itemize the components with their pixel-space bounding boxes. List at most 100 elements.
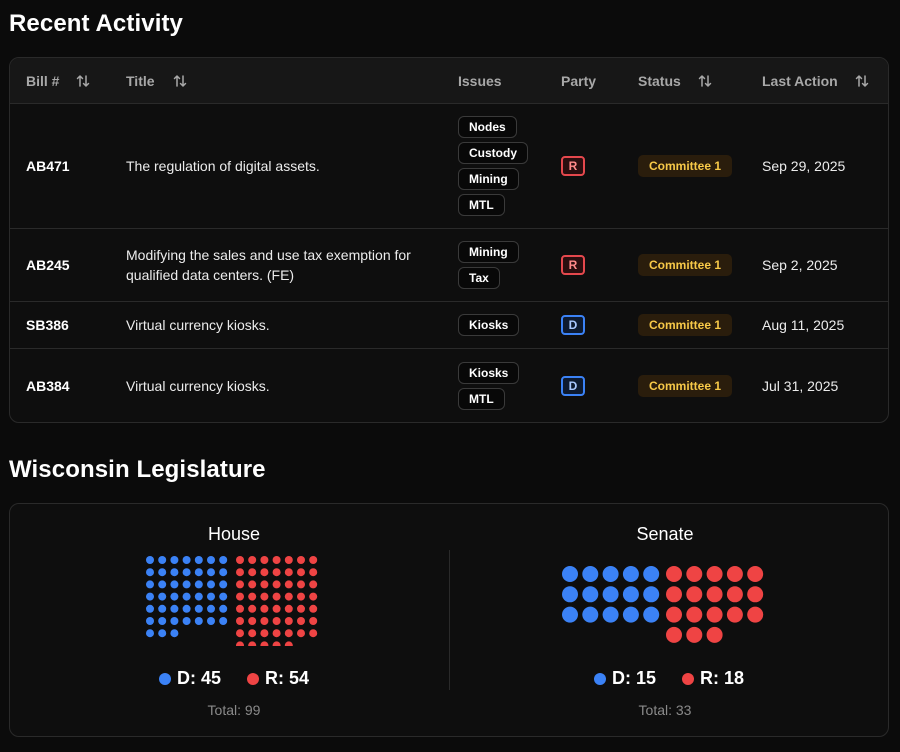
republican-seat [309, 604, 318, 613]
democrat-seat [170, 617, 179, 625]
table-row[interactable]: SB386 Virtual currency kiosks. Kiosks D … [10, 302, 888, 349]
republican-seat [260, 592, 269, 601]
republican-seat [284, 580, 293, 589]
republican-seat [297, 592, 305, 601]
democrat-seat [219, 580, 228, 589]
republican-seat [284, 641, 293, 646]
republican-seat [260, 604, 269, 613]
democrat-seat [146, 556, 154, 564]
house-total: Total: 99 [207, 702, 261, 718]
republican-seat [747, 586, 764, 603]
democrat-seat [194, 617, 203, 625]
republican-seat [309, 580, 318, 589]
republican-seat [236, 592, 244, 601]
column-header-issues: Issues [458, 73, 502, 89]
republican-seat [236, 556, 244, 564]
republican-seat [272, 568, 281, 577]
democrat-seat [643, 566, 660, 582]
republican-seat [284, 592, 293, 601]
republican-seat [272, 580, 281, 589]
republican-seat [248, 592, 257, 601]
republican-seat [297, 604, 305, 613]
democrat-seat [182, 568, 191, 577]
democrat-seat [602, 566, 619, 582]
column-header-title[interactable]: Title [126, 58, 155, 104]
sort-arrows-icon[interactable] [75, 73, 91, 89]
democrat-seat [582, 586, 599, 603]
republican-seat [747, 566, 764, 582]
sort-arrows-icon[interactable] [854, 73, 870, 89]
democrat-seat [219, 617, 228, 625]
issue-tags: Kiosks MTL [458, 361, 520, 410]
house-republican-count: R: 54 [265, 668, 310, 688]
republican-seat [260, 617, 269, 625]
table-row[interactable]: AB245 Modifying the sales and use tax ex… [10, 229, 888, 302]
republican-seat [297, 617, 305, 625]
sort-arrows-icon[interactable] [172, 73, 188, 89]
republican-seat [272, 604, 281, 613]
bill-number[interactable]: AB245 [26, 257, 70, 273]
democrat-seat [207, 556, 215, 564]
republican-seat [260, 580, 269, 589]
issue-tag: Kiosks [458, 314, 520, 336]
issue-tags: Nodes Custody Mining MTL [458, 116, 528, 216]
democrat-seat [207, 580, 215, 589]
senate-republican-count: R: 18 [700, 668, 745, 688]
republican-seat [666, 606, 682, 623]
democrat-seat [170, 580, 179, 589]
democrat-dot-icon [159, 672, 171, 685]
bill-number[interactable]: AB384 [26, 378, 70, 394]
republican-seat [248, 604, 257, 613]
republican-seat [248, 568, 257, 577]
recent-activity-heading: Recent Activity [9, 10, 183, 37]
sort-arrows-icon[interactable] [697, 73, 713, 89]
democrat-seat [622, 606, 639, 623]
house-seat-chart [146, 556, 318, 646]
column-header-party: Party [561, 73, 597, 89]
table-row[interactable]: AB384 Virtual currency kiosks. Kiosks MT… [10, 349, 888, 422]
senate-democrat-count: D: 15 [612, 668, 657, 688]
column-header-last-action[interactable]: Last Action [762, 58, 838, 104]
democrat-seat [622, 586, 639, 603]
democrat-seat [207, 617, 215, 625]
republican-seat [297, 568, 305, 577]
democrat-seat [146, 592, 154, 601]
democrat-seat [582, 606, 599, 623]
democrat-seat [146, 604, 154, 613]
bill-title: The regulation of digital assets. [126, 158, 320, 174]
republican-seat [236, 580, 244, 589]
democrat-seat [182, 556, 191, 564]
republican-seat [260, 641, 269, 646]
democrat-seat [207, 568, 215, 577]
bill-number[interactable]: SB386 [26, 317, 69, 333]
republican-seat [686, 586, 703, 603]
republican-seat [272, 641, 281, 646]
last-action-date: Sep 29, 2025 [762, 158, 846, 174]
democrat-seat [170, 556, 179, 564]
column-header-bill[interactable]: Bill # [26, 58, 59, 104]
column-header-status[interactable]: Status [638, 58, 681, 104]
republican-seat [297, 629, 305, 638]
issue-tag: Tax [458, 267, 500, 289]
bill-number[interactable]: AB471 [26, 158, 70, 174]
bill-title: Virtual currency kiosks. [126, 377, 270, 394]
republican-seat [236, 629, 244, 638]
status-badge: Committee 1 [638, 314, 733, 336]
democrat-seat [562, 586, 578, 603]
republican-seat [309, 617, 318, 625]
republican-seat [284, 617, 293, 625]
democrat-seat [158, 592, 167, 601]
democrat-seat [194, 556, 203, 564]
republican-seat [686, 626, 703, 643]
democrat-seat [182, 604, 191, 613]
democrat-seat [602, 606, 619, 623]
party-badge: D [561, 375, 585, 396]
republican-seat [236, 617, 244, 625]
last-action-date: Aug 11, 2025 [762, 317, 845, 333]
republican-seat [747, 606, 764, 623]
issue-tag: Custody [458, 142, 528, 164]
status-badge: Committee 1 [638, 374, 733, 397]
table-row[interactable]: AB471 The regulation of digital assets. … [10, 104, 888, 229]
democrat-seat [170, 592, 179, 601]
status-badge: Committee 1 [638, 155, 733, 177]
